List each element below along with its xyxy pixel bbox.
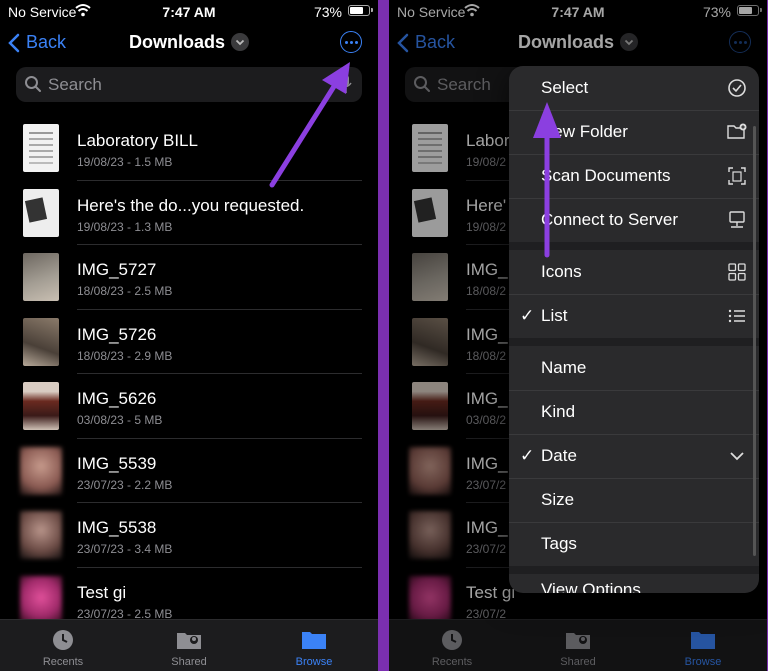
file-meta: 19/08/23 - 1.3 MB [77, 219, 173, 234]
menu-item-label: Name [541, 358, 587, 377]
file-thumbnail [23, 317, 59, 366]
menu-item-label: New Folder [541, 122, 628, 141]
menu-item-label: Size [541, 490, 575, 509]
file-name: Laboratory BILL [77, 131, 198, 150]
tab-recents[interactable]: Recents [3, 620, 123, 671]
file-meta: 18/08/23 - 2.9 MB [77, 348, 173, 363]
tab-bar: Recents Shared Browse [0, 619, 378, 671]
menu-item-sort-tags[interactable]: Tags [509, 522, 759, 566]
phone-screen-right: No Service 7:47 AM 73% Back Downloads Se… [389, 0, 767, 671]
tab-label: Shared [171, 656, 207, 668]
menu-item-label: Date [541, 446, 577, 465]
server-monitor-icon [729, 211, 745, 228]
file-name: IMG_5538 [77, 518, 157, 537]
file-name: IMG_5727 [77, 260, 157, 279]
grid-icon [728, 263, 746, 281]
file-name: IMG_5726 [77, 324, 157, 344]
tab-shared[interactable]: Shared [129, 620, 249, 671]
clock-icon [53, 630, 73, 650]
file-thumbnail [23, 382, 59, 430]
battery-icon [348, 5, 373, 16]
tab-label: Browse [295, 656, 333, 668]
folder-icon [302, 632, 326, 649]
tab-browse[interactable]: Browse [254, 620, 374, 671]
menu-item-connect-to-server[interactable]: Connect to Server [509, 198, 759, 243]
list-icon [728, 309, 745, 323]
file-list: Laboratory BILL 19/08/23 - 1.5 MB Here's … [0, 116, 378, 632]
nav-bar: Back Downloads [0, 28, 378, 60]
menu-item-sort-name[interactable]: Name [509, 346, 759, 391]
menu-item-sort-kind[interactable]: Kind [509, 390, 759, 435]
file-thumbnail [23, 124, 59, 172]
menu-item-view-options[interactable]: View Options [509, 574, 759, 593]
file-name: IMG_5626 [77, 389, 157, 408]
menu-item-sort-date[interactable]: ✓ Date [509, 434, 759, 479]
checkmark-circle-icon [728, 79, 746, 97]
list-item[interactable]: Here's the do...you requested. 19/08/23 -… [0, 181, 378, 245]
file-meta: 23/07/23 - 2.2 MB [77, 477, 173, 492]
scan-document-icon [728, 167, 746, 185]
list-item[interactable]: IMG_5626 03/08/23 - 5 MB [0, 374, 378, 439]
checkmark-icon: ✓ [520, 446, 535, 465]
menu-item-label: Select [541, 78, 589, 97]
menu-item-sort-size[interactable]: Size [509, 478, 759, 523]
list-item[interactable]: IMG_5538 23/07/23 - 3.4 MB [0, 503, 378, 568]
search-placeholder: Search [48, 75, 102, 94]
microphone-icon[interactable] [340, 74, 352, 94]
new-folder-icon [727, 123, 747, 139]
menu-item-new-folder[interactable]: New Folder [509, 110, 759, 155]
list-item[interactable]: Laboratory BILL 19/08/23 - 1.5 MB [0, 116, 378, 181]
file-name: IMG_5539 [77, 453, 157, 473]
menu-item-list[interactable]: ✓ List [509, 294, 759, 339]
search-input[interactable]: Search [16, 67, 362, 102]
more-options-menu: Select New Folder Scan Documents Connect… [509, 66, 759, 593]
file-name: Test gi [77, 582, 127, 602]
list-item[interactable]: IMG_5539 23/07/23 - 2.2 MB [0, 439, 378, 503]
menu-item-select[interactable]: Select [509, 66, 759, 111]
checkmark-icon: ✓ [520, 306, 535, 325]
file-meta: 03/08/23 - 5 MB [77, 413, 163, 427]
list-item[interactable]: IMG_5727 18/08/23 - 2.5 MB [0, 245, 378, 310]
menu-item-label: Kind [541, 402, 576, 421]
search-icon [25, 76, 41, 92]
file-thumbnail [23, 188, 59, 237]
phone-screen-left: No Service 7:47 AM 73% Back Downloads Se… [0, 0, 378, 671]
menu-item-icons[interactable]: Icons [509, 250, 759, 295]
menu-item-scan-documents[interactable]: Scan Documents [509, 154, 759, 199]
menu-item-label: Scan Documents [541, 166, 671, 185]
file-thumbnail [23, 253, 59, 301]
scroll-indicator [753, 126, 756, 556]
menu-item-label: Tags [541, 534, 577, 553]
menu-item-label: Icons [541, 262, 582, 281]
file-meta: 23/07/23 - 3.4 MB [77, 542, 173, 556]
menu-item-label: List [541, 306, 568, 325]
file-name: Here's the do...you requested. [77, 195, 305, 215]
status-bar: No Service 7:47 AM 73% [0, 0, 378, 22]
more-options-button[interactable] [340, 31, 362, 53]
chevron-down-icon [730, 452, 744, 461]
tab-label: Recents [42, 656, 84, 668]
chevron-down-icon [231, 33, 249, 52]
menu-item-label: Connect to Server [541, 210, 679, 229]
shared-folder-icon [177, 633, 201, 649]
list-item[interactable]: IMG_5726 18/08/23 - 2.9 MB [0, 310, 378, 374]
file-thumbnail [20, 511, 62, 559]
file-thumbnail [20, 575, 62, 624]
page-title: Downloads [128, 32, 225, 52]
file-thumbnail [20, 446, 62, 495]
menu-item-label: View Options [541, 580, 641, 593]
battery-percent: 73% [313, 4, 342, 20]
file-meta: 19/08/23 - 1.5 MB [77, 155, 173, 169]
folder-title[interactable]: Downloads [0, 32, 378, 53]
file-meta: 18/08/23 - 2.5 MB [77, 284, 173, 298]
